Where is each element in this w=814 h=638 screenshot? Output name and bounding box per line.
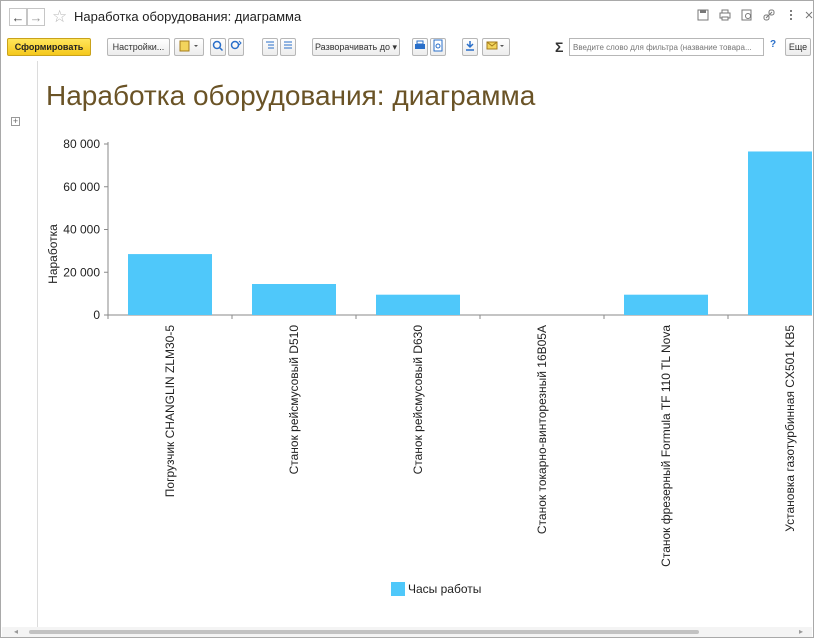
chart-legend: Часы работы xyxy=(391,582,481,596)
x-category-label: Станок рейсмусовый D630 xyxy=(411,325,425,475)
download-icon xyxy=(466,41,474,51)
x-category-label: Станок токарно-винторезный 16В05А xyxy=(535,325,549,534)
variants-button[interactable] xyxy=(174,38,204,56)
y-tick-label: 60 000 xyxy=(63,180,100,194)
link-icon[interactable] xyxy=(762,9,776,23)
bar xyxy=(128,254,212,315)
scrollbar-thumb[interactable] xyxy=(29,630,699,634)
search-icon xyxy=(212,40,224,52)
back-button[interactable]: ← xyxy=(9,8,27,26)
legend-swatch xyxy=(391,582,405,596)
report-variants-icon xyxy=(179,40,198,52)
sum-icon[interactable]: Σ xyxy=(555,38,563,56)
find-button[interactable] xyxy=(210,38,226,56)
forward-button[interactable]: → xyxy=(27,8,45,26)
report-toolbar: Сформировать Настройки... Разворачивать … xyxy=(2,34,812,60)
send-email-button[interactable] xyxy=(482,38,510,56)
group-button[interactable] xyxy=(262,38,278,56)
search-input[interactable] xyxy=(569,38,764,56)
print-icon[interactable] xyxy=(718,9,732,23)
print-preview-icon xyxy=(433,39,443,52)
y-axis-label: Наработка xyxy=(46,224,60,284)
more-icon[interactable] xyxy=(784,9,798,23)
y-tick-label: 0 xyxy=(93,308,100,322)
save-icon[interactable] xyxy=(696,9,710,23)
find-next-icon xyxy=(230,40,242,50)
x-category-label: Станок рейсмусовый D510 xyxy=(287,325,301,475)
x-category-label: Погрузчик CHANGLIN ZLM30-5 xyxy=(163,325,177,498)
ungroup-button[interactable] xyxy=(280,38,296,56)
chart-tick-labels: 0 20 000 40 000 60 000 80 000 xyxy=(63,137,100,322)
expand-to-dropdown[interactable]: Разворачивать до ▾ xyxy=(312,38,400,56)
expand-to-label: Разворачивать до xyxy=(314,42,390,52)
y-tick-label: 80 000 xyxy=(63,137,100,151)
bar xyxy=(376,294,460,315)
bar xyxy=(748,151,812,315)
email-icon xyxy=(486,41,504,50)
chart-category-labels: Погрузчик CHANGLIN ZLM30-5 Станок рейсмус… xyxy=(163,325,797,567)
find-next-button[interactable] xyxy=(228,38,244,56)
print-preview-button[interactable] xyxy=(430,38,446,56)
help-button[interactable]: ? xyxy=(770,39,776,50)
bar xyxy=(252,284,336,315)
group-icon xyxy=(266,41,274,49)
scroll-left-icon[interactable]: ◂ xyxy=(14,627,18,637)
printer-icon xyxy=(415,40,425,49)
generate-button[interactable]: Сформировать xyxy=(7,38,91,56)
chart-bars xyxy=(128,151,812,315)
y-tick-label: 40 000 xyxy=(63,223,100,237)
close-icon[interactable] xyxy=(802,9,814,23)
x-category-label: Установка газотурбинная CX501 KB5 xyxy=(783,325,797,532)
scroll-right-icon[interactable]: ▸ xyxy=(799,627,803,637)
preview-icon[interactable] xyxy=(740,9,754,23)
save-to-file-button[interactable] xyxy=(462,38,478,56)
x-category-label: Станок фрезерный Formula TF 110 TL Nova xyxy=(659,325,673,567)
ungroup-icon xyxy=(284,41,292,49)
settings-button[interactable]: Настройки... xyxy=(107,38,170,56)
title-bar: ← → ☆ Наработка оборудования: диаграмма xyxy=(2,2,814,32)
y-tick-label: 20 000 xyxy=(63,265,100,279)
legend-label: Часы работы xyxy=(408,582,481,596)
print-button[interactable] xyxy=(412,38,428,56)
favorite-star-icon[interactable]: ☆ xyxy=(52,7,67,27)
horizontal-scrollbar[interactable]: ◂ ▸ xyxy=(2,627,812,637)
report-window: ← → ☆ Наработка оборудования: диаграмма … xyxy=(0,0,814,638)
window-title: Наработка оборудования: диаграмма xyxy=(74,9,302,24)
bar-chart: 0 20 000 40 000 60 000 80 000 Погрузчик CHAN… xyxy=(46,137,812,596)
more-button[interactable]: Еще xyxy=(785,38,811,56)
bar xyxy=(624,294,708,315)
report-content: + Наработка оборудования: диаграмма 0 20 … xyxy=(2,61,812,627)
